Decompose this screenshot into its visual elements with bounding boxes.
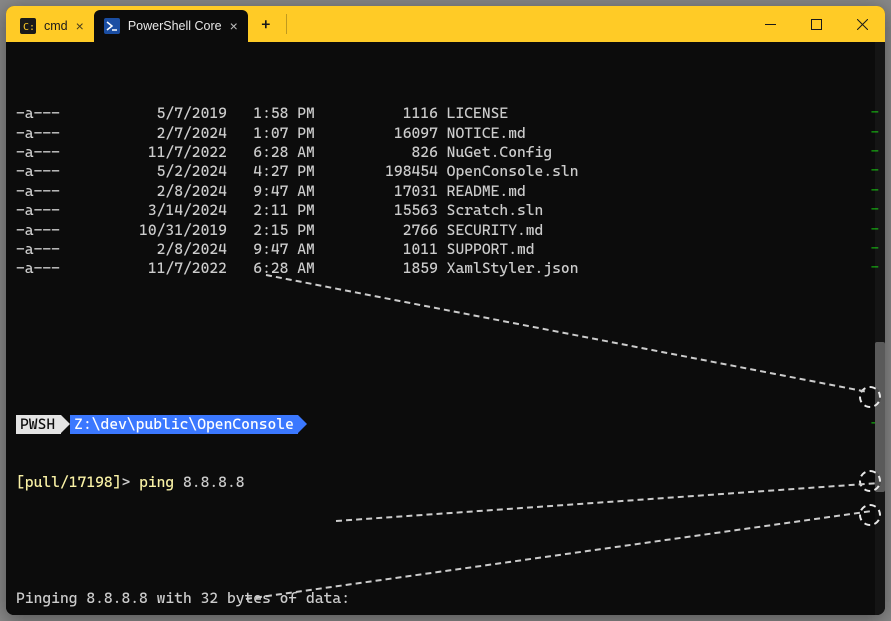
tab-close-icon[interactable]: × xyxy=(76,18,84,34)
tab-label: PowerShell Core xyxy=(128,19,222,33)
file-row: -a--- 11/7/2022 6:28 AM 826 NuGet.Config… xyxy=(16,143,883,162)
tab-close-icon[interactable]: × xyxy=(230,18,238,34)
window-controls xyxy=(747,6,885,42)
tab-cmd[interactable]: C: cmd × xyxy=(10,10,94,42)
annotation-circle xyxy=(859,470,881,492)
tab-powershell-core[interactable]: PowerShell Core × xyxy=(94,10,248,42)
terminal-viewport[interactable]: -a--- 5/7/2019 1:58 PM 1116 LICENSE--a--… xyxy=(6,42,885,615)
path-segment: Z:\dev\public\OpenConsole xyxy=(70,415,298,434)
drag-region[interactable] xyxy=(289,6,747,42)
file-row: -a--- 2/8/2024 9:47 AM 17031 README.md- xyxy=(16,182,883,201)
output-line: Pinging 8.8.8.8 with 32 bytes of data: xyxy=(16,589,883,608)
scrollbar[interactable] xyxy=(875,42,885,615)
plus-icon: + xyxy=(261,15,270,34)
app-window: C: cmd × PowerShell Core × + xyxy=(6,6,885,615)
new-tab-button[interactable]: + xyxy=(248,6,284,42)
file-row: -a--- 3/14/2024 2:11 PM 15563 Scratch.sl… xyxy=(16,201,883,220)
prompt-line: PWSHZ:\dev\public\OpenConsole - xyxy=(16,415,883,434)
chevron-right-icon xyxy=(61,415,70,433)
tab-label: cmd xyxy=(44,19,68,33)
cmd-icon: C: xyxy=(20,18,36,34)
file-row: -a--- 10/31/2019 2:15 PM 2766 SECURITY.m… xyxy=(16,221,883,240)
file-row: -a--- 5/7/2019 1:58 PM 1116 LICENSE- xyxy=(16,104,883,123)
file-row: -a--- 2/7/2024 1:07 PM 16097 NOTICE.md- xyxy=(16,124,883,143)
close-window-button[interactable] xyxy=(839,6,885,42)
file-row: -a--- 11/7/2022 6:28 AM 1859 XamlStyler.… xyxy=(16,259,883,278)
tab-strip: C: cmd × PowerShell Core × xyxy=(6,6,248,42)
powershell-icon xyxy=(104,18,120,34)
maximize-button[interactable] xyxy=(793,6,839,42)
file-row: -a--- 5/2/2024 4:27 PM 198454 OpenConsol… xyxy=(16,162,883,181)
scrollbar-thumb[interactable] xyxy=(875,342,885,492)
minimize-button[interactable] xyxy=(747,6,793,42)
command-line: [pull/17198]> ping 8.8.8.8 xyxy=(16,473,883,492)
chevron-right-icon xyxy=(298,415,307,433)
file-row: -a--- 2/8/2024 9:47 AM 1011 SUPPORT.md- xyxy=(16,240,883,259)
titlebar: C: cmd × PowerShell Core × + xyxy=(6,6,885,42)
shell-segment: PWSH xyxy=(16,415,61,434)
titlebar-divider xyxy=(286,14,287,34)
annotation-circle xyxy=(859,504,881,526)
svg-text:C:: C: xyxy=(23,22,35,33)
